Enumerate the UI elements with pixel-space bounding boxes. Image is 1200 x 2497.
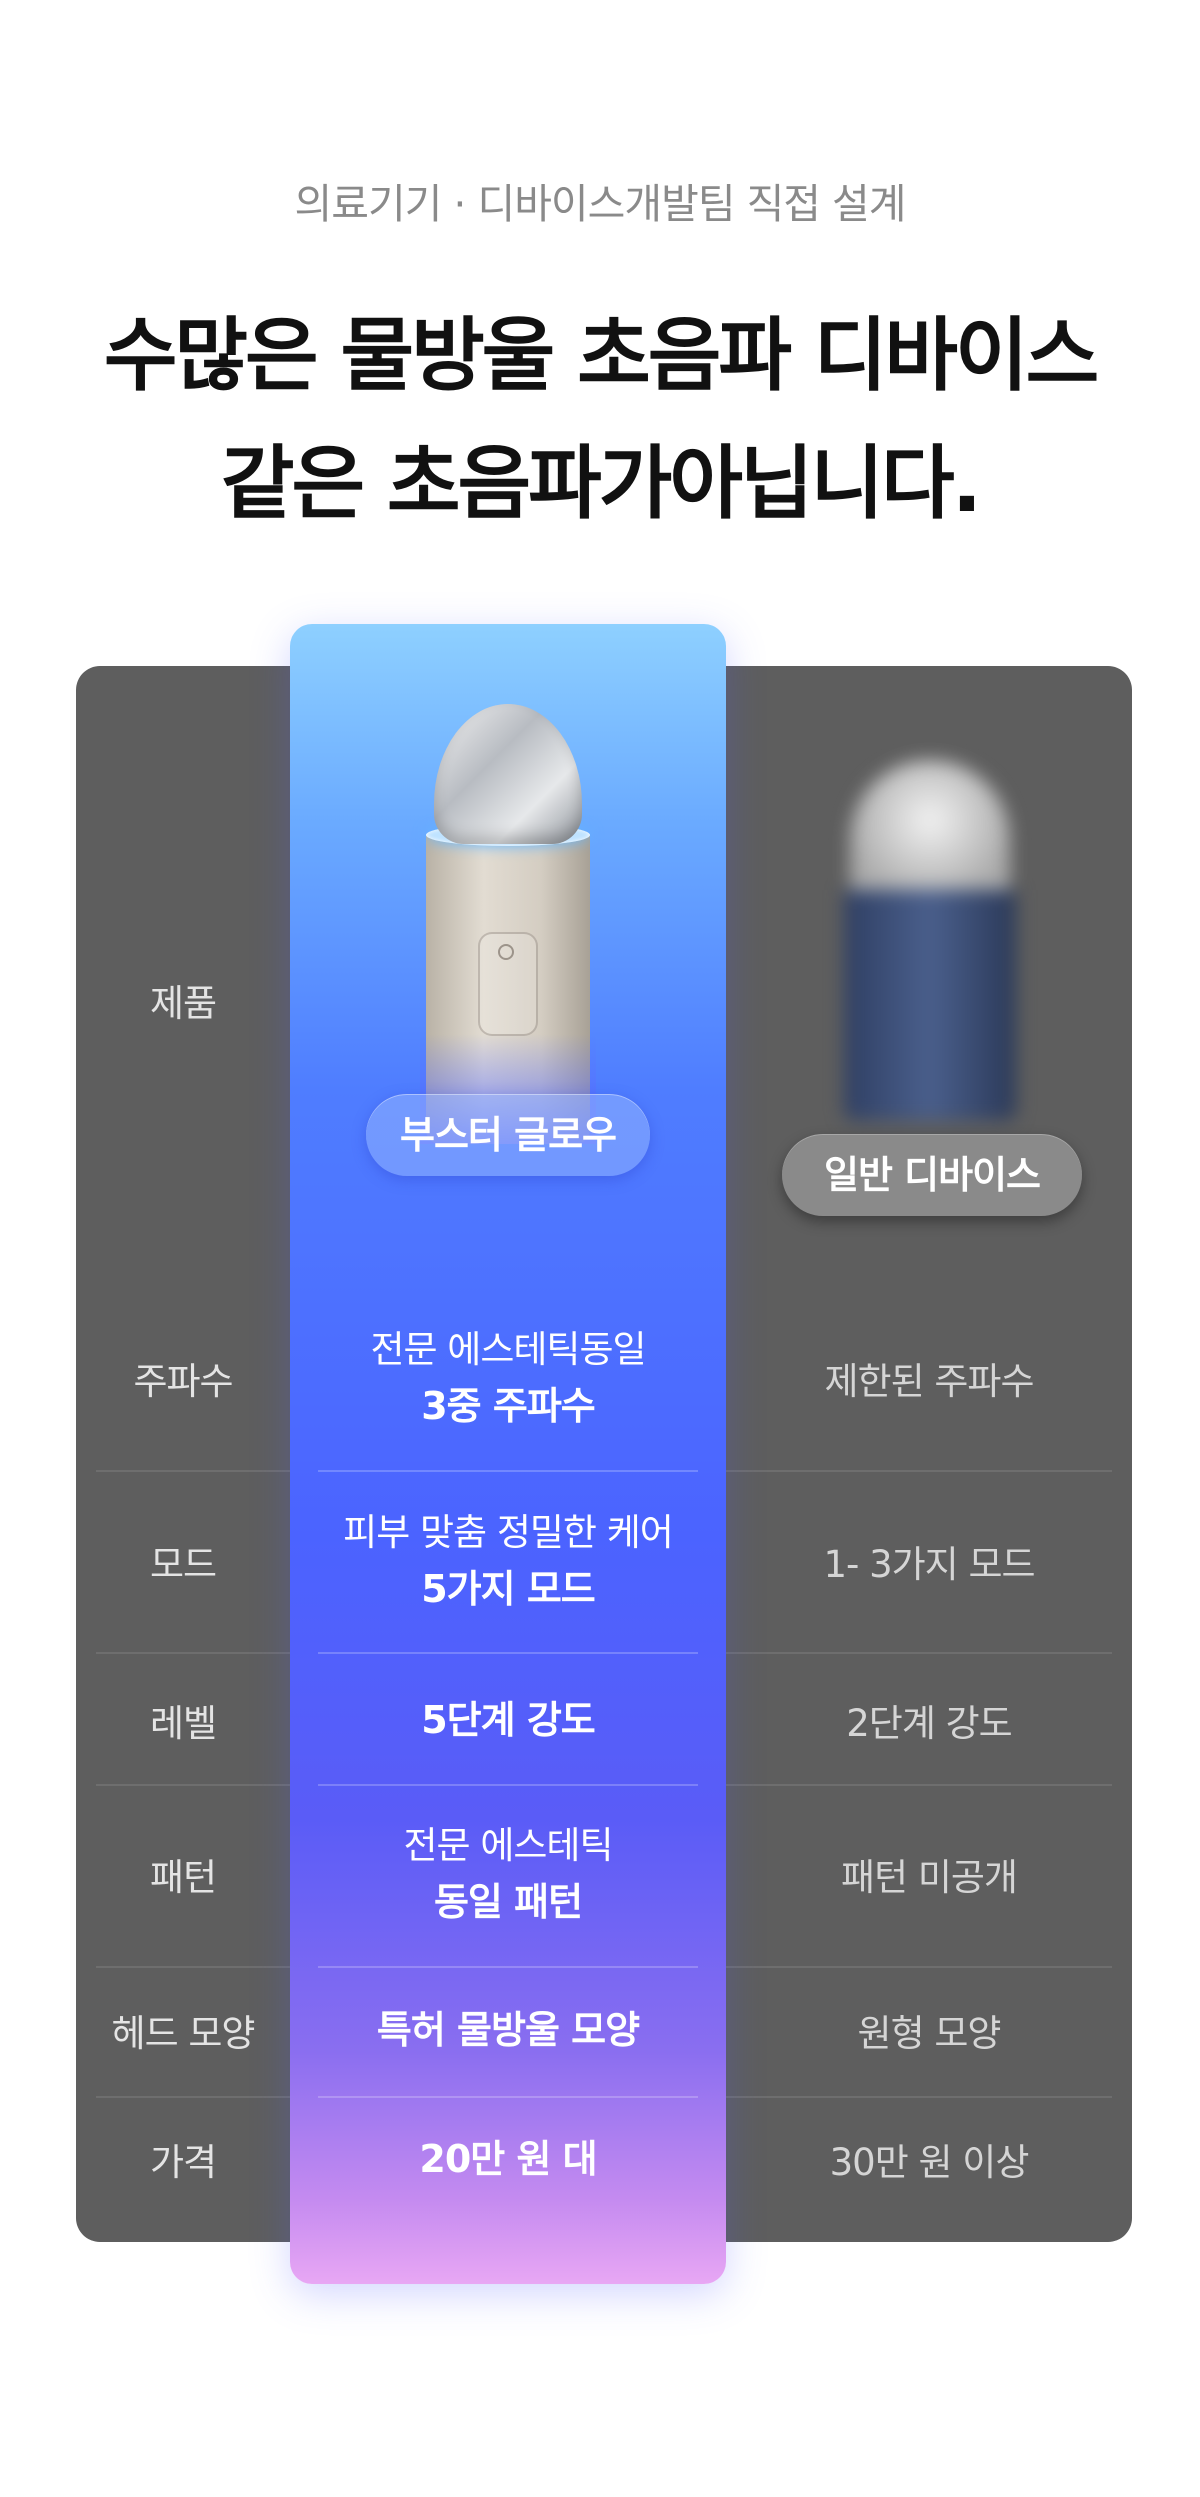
- other-frequency-value: 제한된 주파수: [824, 1360, 1034, 1403]
- page-headline: 수많은 물방울 초음파 디바이스 같은 초음파가아닙니다.: [0, 292, 1200, 548]
- featured-level-highlight: 5단계 강도: [421, 1698, 596, 1742]
- featured-product-name-badge: 부스터 글로우: [366, 1094, 650, 1176]
- featured-pattern-desc: 전문 에스테틱: [403, 1824, 613, 1867]
- row-label-head-shape: 헤드 모양: [111, 2012, 256, 2055]
- featured-mode-value: 피부 맞춤 정밀한 케어 5가지 모드: [290, 1505, 726, 1617]
- row-divider: [318, 1652, 698, 1654]
- row-divider: [726, 2096, 1112, 2098]
- featured-price-value: 20만 원 대: [290, 2131, 726, 2187]
- row-divider: [318, 2096, 698, 2098]
- row-label-pattern: 패턴: [149, 1856, 217, 1899]
- headline-line-2: 같은 초음파가아닙니다.: [220, 437, 982, 530]
- row-label-frequency: 주파수: [133, 1360, 233, 1403]
- row-label-product: 제품: [149, 982, 217, 1025]
- other-pattern-value: 패턴 미공개: [841, 1856, 1018, 1899]
- other-head-shape-value: 원형 모양: [857, 2012, 1002, 2055]
- headline-line-1: 수많은 물방울 초음파 디바이스: [103, 309, 1099, 402]
- featured-frequency-desc: 전문 에스테틱동일: [370, 1328, 646, 1371]
- row-divider: [96, 1966, 290, 1968]
- row-divider: [318, 1966, 698, 1968]
- row-divider: [318, 1470, 698, 1472]
- featured-product-column: 부스터 글로우 전문 에스테틱동일 3중 주파수 피부 맞춤 정밀한 케어 5가…: [290, 624, 726, 2284]
- row-divider: [726, 1652, 1112, 1654]
- row-label-price: 가격: [149, 2141, 217, 2184]
- other-price-value: 30만 원 이상: [829, 2141, 1030, 2184]
- featured-head-shape-value: 특허 물방울 모양: [290, 2002, 726, 2058]
- featured-level-value: 5단계 강도: [290, 1692, 726, 1748]
- booster-glow-device-image: [420, 704, 596, 1144]
- row-divider: [318, 1784, 698, 1786]
- row-divider: [726, 1784, 1112, 1786]
- row-divider: [96, 1470, 290, 1472]
- featured-mode-desc: 피부 맞춤 정밀한 케어: [343, 1511, 674, 1554]
- featured-pattern-value: 전문 에스테틱 동일 패턴: [290, 1818, 726, 1930]
- featured-mode-highlight: 5가지 모드: [421, 1567, 596, 1611]
- power-icon: [498, 944, 514, 960]
- generic-device-image: [840, 760, 1020, 1120]
- featured-price-highlight: 20만 원 대: [419, 2137, 597, 2181]
- other-device-name-badge: 일반 디바이스: [782, 1134, 1082, 1216]
- page-subtitle: 의료기기 · 디바이스개발팀 직접 설계: [294, 180, 907, 228]
- other-level-value: 2단계 강도: [846, 1702, 1012, 1745]
- other-mode-value: 1- 3가지 모드: [823, 1543, 1035, 1586]
- row-divider: [726, 1470, 1112, 1472]
- row-divider: [726, 1966, 1112, 1968]
- featured-pattern-highlight: 동일 패턴: [433, 1880, 583, 1924]
- row-divider: [96, 2096, 290, 2098]
- featured-head-shape-highlight: 특허 물방울 모양: [376, 2008, 640, 2052]
- featured-frequency-highlight: 3중 주파수: [421, 1384, 596, 1428]
- row-label-mode: 모드: [149, 1543, 217, 1586]
- row-divider: [96, 1652, 290, 1654]
- row-divider: [96, 1784, 290, 1786]
- row-label-level: 레벨: [149, 1702, 217, 1745]
- featured-frequency-value: 전문 에스테틱동일 3중 주파수: [290, 1322, 726, 1434]
